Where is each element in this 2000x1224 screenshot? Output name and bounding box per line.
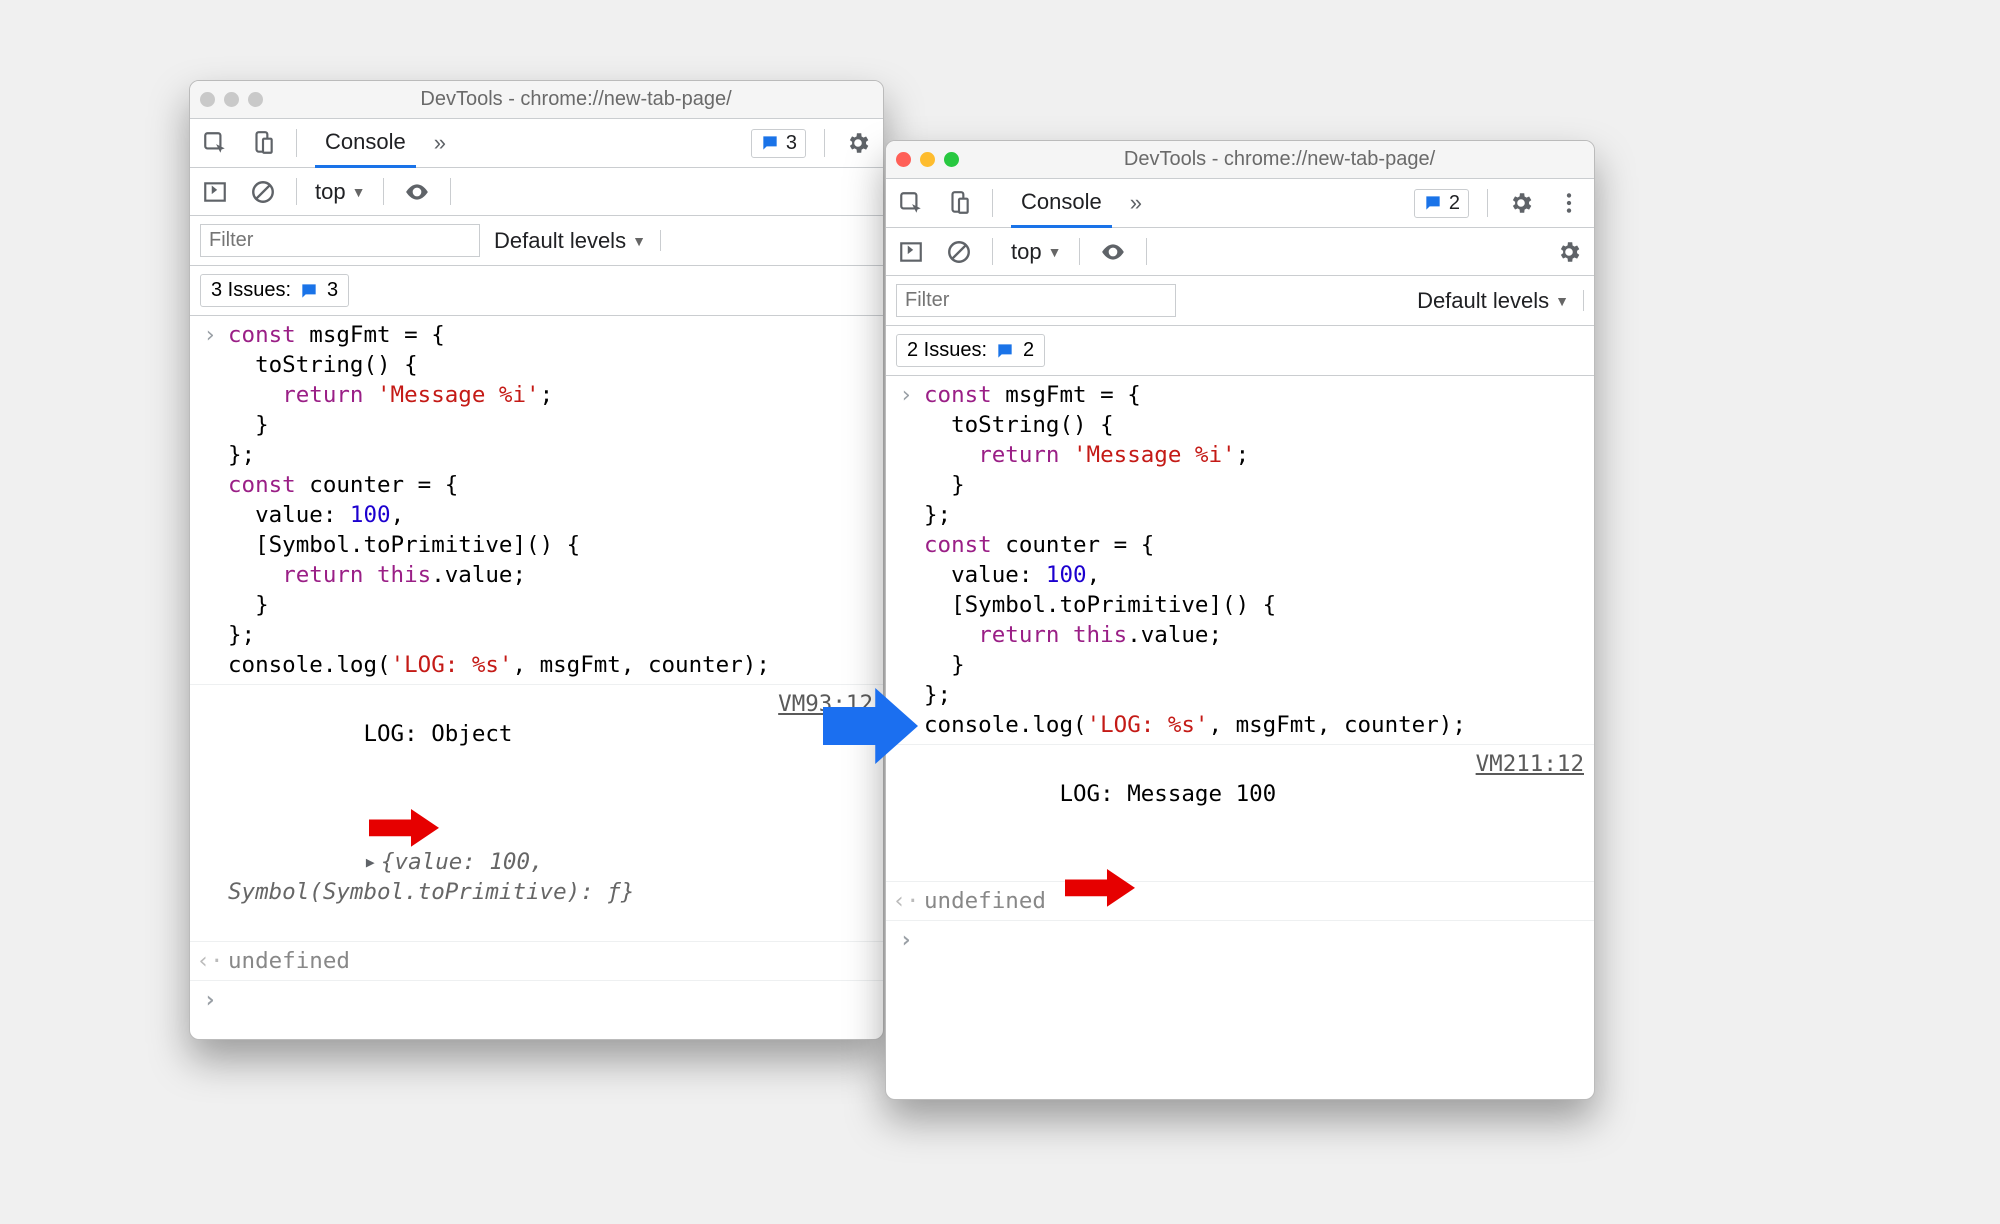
- tabs-overflow-icon[interactable]: »: [434, 130, 446, 156]
- console-prompt-row[interactable]: ›: [190, 981, 883, 1019]
- devtools-window-before: DevTools - chrome://new-tab-page/ Consol…: [189, 80, 884, 1040]
- console-settings-gear-icon[interactable]: [1554, 237, 1584, 267]
- inspect-icon[interactable]: [896, 188, 926, 218]
- window-title: DevTools - chrome://new-tab-page/: [975, 148, 1584, 171]
- filter-input[interactable]: [200, 224, 480, 257]
- result-value: undefined: [228, 946, 869, 976]
- issues-row: 3 Issues: 3: [190, 266, 883, 316]
- issues-badge[interactable]: 2: [1414, 189, 1469, 218]
- tab-console[interactable]: Console: [315, 123, 416, 163]
- source-link[interactable]: VM211:12: [1464, 749, 1584, 779]
- filter-input[interactable]: [896, 284, 1176, 317]
- context-selector[interactable]: top▼: [315, 179, 365, 205]
- issues-pill[interactable]: 2 Issues: 2: [896, 334, 1045, 367]
- clear-console-icon[interactable]: [944, 237, 974, 267]
- window-title: DevTools - chrome://new-tab-page/: [279, 88, 873, 111]
- chevron-right-icon: ›: [196, 320, 224, 350]
- close-dot-icon[interactable]: [896, 152, 911, 167]
- settings-gear-icon[interactable]: [843, 128, 873, 158]
- inspect-icon[interactable]: [200, 128, 230, 158]
- log-levels-selector[interactable]: Default levels▼: [494, 228, 646, 254]
- issues-badge[interactable]: 3: [751, 129, 806, 158]
- window-traffic-lights[interactable]: [896, 152, 967, 167]
- devtools-main-toolbar: Console » 2: [886, 179, 1594, 228]
- live-expression-icon[interactable]: [1098, 237, 1128, 267]
- issues-row: 2 Issues: 2: [886, 326, 1594, 376]
- console-sub-toolbar: top▼: [886, 228, 1594, 276]
- issues-badge-count: 3: [786, 132, 797, 155]
- issues-pill-count: 3: [327, 279, 338, 302]
- settings-gear-icon[interactable]: [1506, 188, 1536, 218]
- minimize-dot-icon[interactable]: [920, 152, 935, 167]
- issues-badge-count: 2: [1449, 192, 1460, 215]
- issues-pill[interactable]: 3 Issues: 3: [200, 274, 349, 307]
- prompt-chevron-icon: ›: [892, 925, 920, 955]
- live-expression-icon[interactable]: [402, 177, 432, 207]
- highlight-arrow-icon: [1065, 809, 1135, 847]
- log-output: LOG: Message 100: [924, 749, 1460, 877]
- device-toggle-icon[interactable]: [248, 128, 278, 158]
- toggle-sidebar-icon[interactable]: [896, 237, 926, 267]
- issues-pill-count: 2: [1023, 339, 1034, 362]
- result-arrow-icon: ‹·: [196, 946, 224, 976]
- issues-pill-label: 2 Issues:: [907, 339, 987, 362]
- console-input-row: › const msgFmt = { toString() { return '…: [190, 316, 883, 685]
- context-selector[interactable]: top▼: [1011, 239, 1061, 265]
- window-titlebar[interactable]: DevTools - chrome://new-tab-page/: [886, 141, 1594, 179]
- console-body[interactable]: › const msgFmt = { toString() { return '…: [886, 376, 1594, 1099]
- console-input-row: › const msgFmt = { toString() { return '…: [886, 376, 1594, 745]
- console-result-row: ‹· undefined: [886, 882, 1594, 921]
- console-prompt-row[interactable]: ›: [886, 921, 1594, 959]
- tab-console[interactable]: Console: [1011, 183, 1112, 223]
- toggle-sidebar-icon[interactable]: [200, 177, 230, 207]
- zoom-dot-icon[interactable]: [944, 152, 959, 167]
- devtools-window-after: DevTools - chrome://new-tab-page/ Consol…: [885, 140, 1595, 1100]
- code-block: const msgFmt = { toString() { return 'Me…: [924, 380, 1580, 740]
- console-filter-row: Default levels▼: [886, 276, 1594, 326]
- chevron-right-icon: ›: [892, 380, 920, 410]
- transition-arrow-icon: [823, 688, 918, 766]
- window-titlebar[interactable]: DevTools - chrome://new-tab-page/: [190, 81, 883, 119]
- console-body[interactable]: › const msgFmt = { toString() { return '…: [190, 316, 883, 1039]
- object-preview[interactable]: ▸{value: 100, Symbol(Symbol.toPrimitive)…: [228, 849, 634, 905]
- console-filter-row: Default levels▼: [190, 216, 883, 266]
- result-arrow-icon: ‹·: [892, 886, 920, 916]
- device-toggle-icon[interactable]: [944, 188, 974, 218]
- kebab-menu-icon[interactable]: [1554, 188, 1584, 218]
- console-log-row: LOG: Object ▸{value: 100, Symbol(Symbol.…: [190, 685, 883, 942]
- issues-pill-label: 3 Issues:: [211, 279, 291, 302]
- console-log-row: LOG: Message 100 VM211:12: [886, 745, 1594, 882]
- code-block: const msgFmt = { toString() { return 'Me…: [228, 320, 869, 680]
- result-value: undefined: [924, 886, 1580, 916]
- prompt-chevron-icon: ›: [196, 985, 224, 1015]
- tabs-overflow-icon[interactable]: »: [1130, 190, 1142, 216]
- highlight-arrow-icon: [369, 749, 439, 787]
- console-sub-toolbar: top▼: [190, 168, 883, 216]
- log-output: LOG: Object ▸{value: 100, Symbol(Symbol.…: [228, 689, 762, 937]
- log-levels-selector[interactable]: Default levels▼: [1417, 288, 1569, 314]
- console-result-row: ‹· undefined: [190, 942, 883, 981]
- clear-console-icon[interactable]: [248, 177, 278, 207]
- window-traffic-lights[interactable]: [200, 92, 271, 107]
- devtools-main-toolbar: Console » 3: [190, 119, 883, 168]
